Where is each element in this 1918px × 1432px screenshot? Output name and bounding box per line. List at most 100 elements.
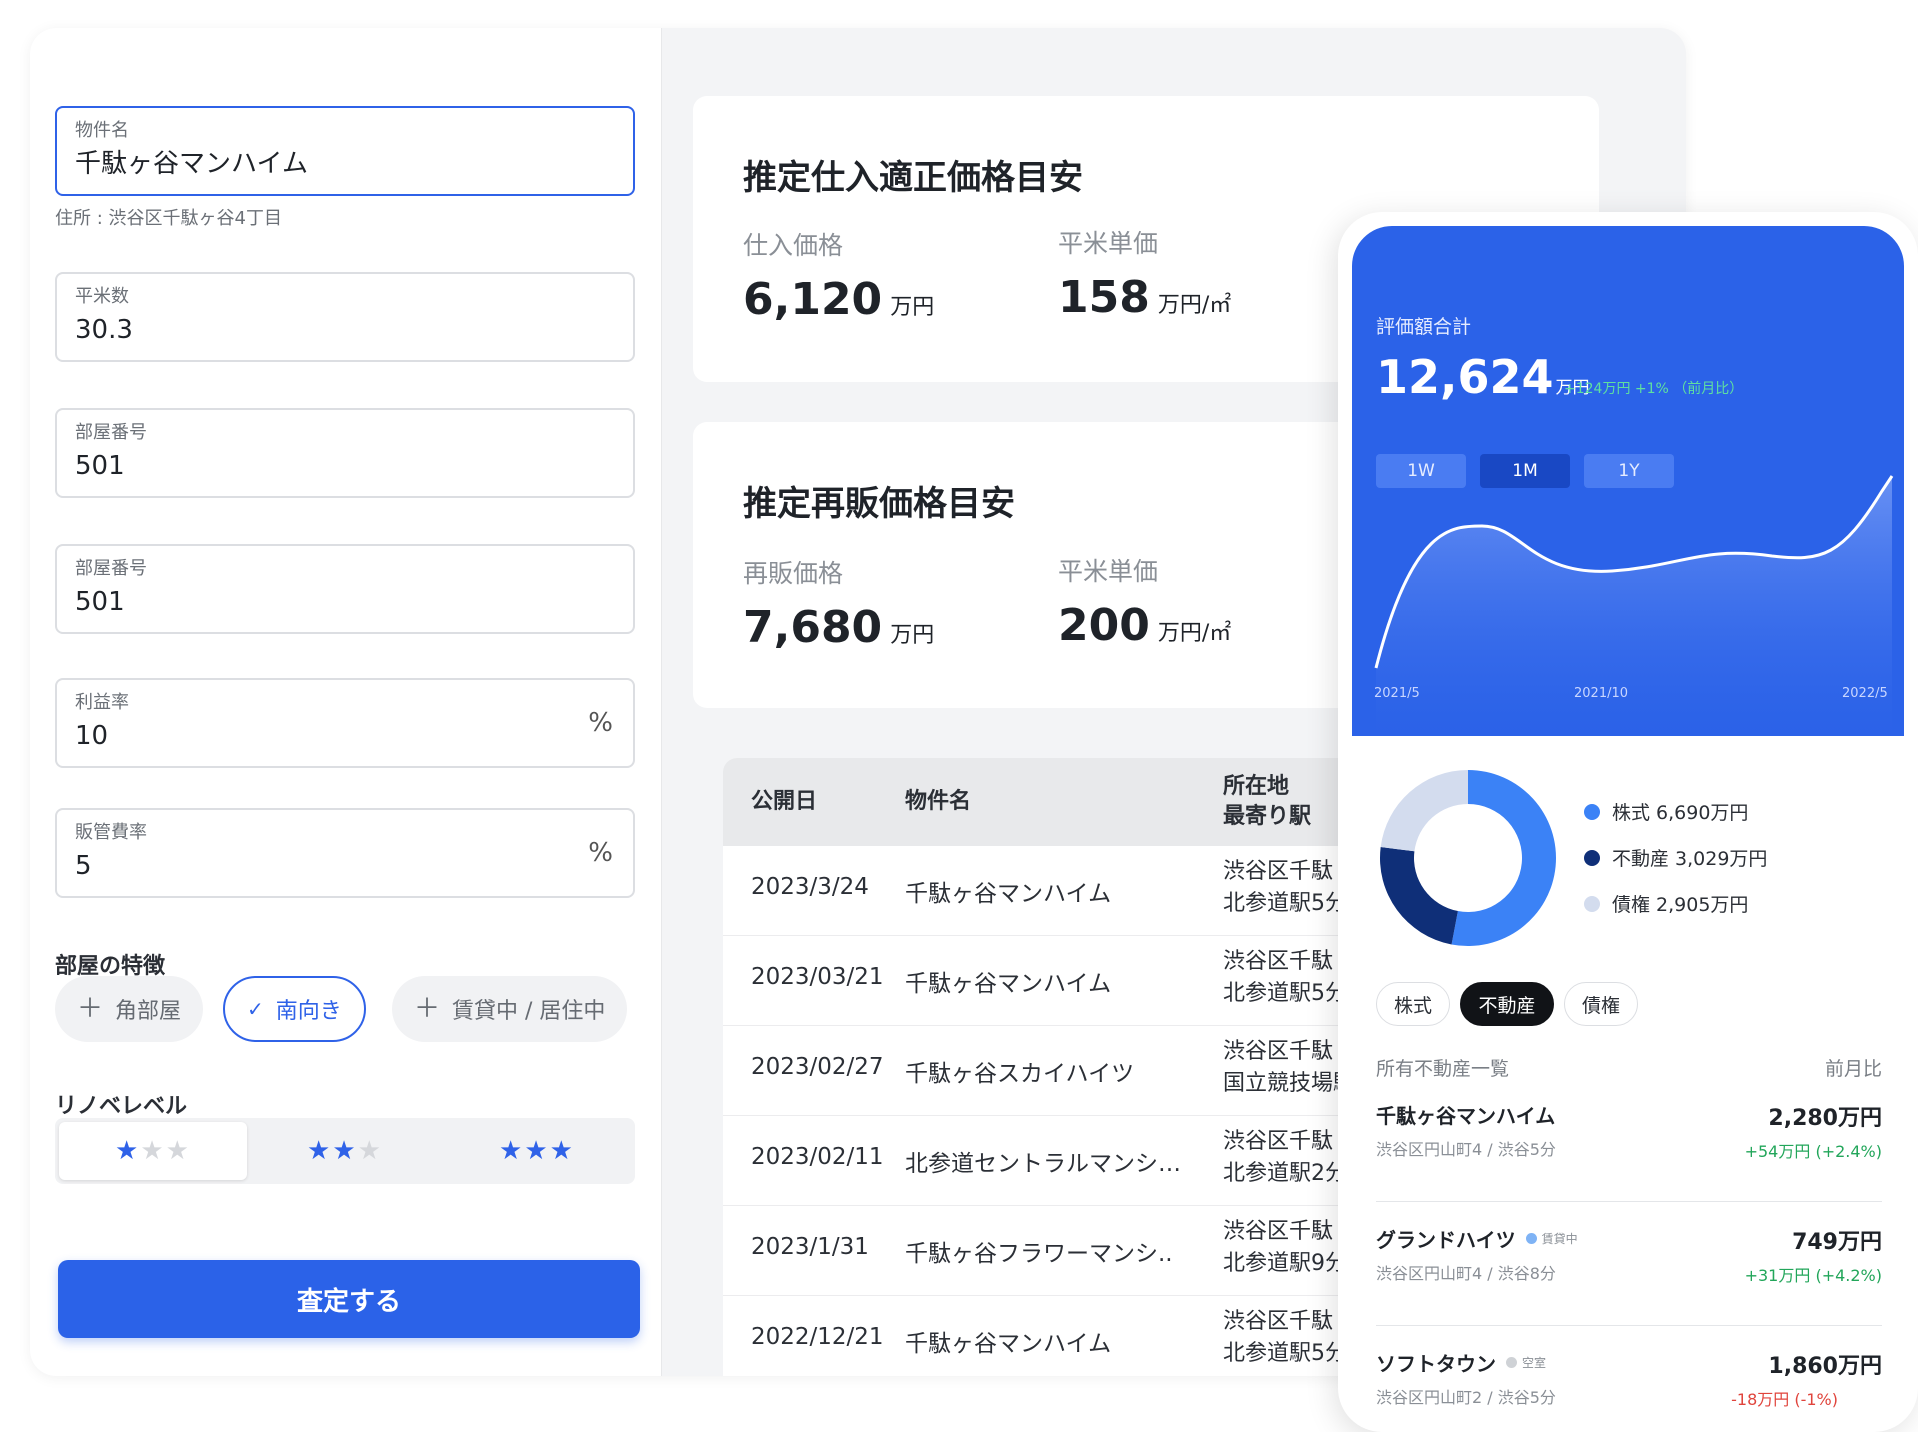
status-dot <box>1525 1233 1537 1244</box>
star-filled-icon: ★ <box>524 1136 550 1166</box>
owned-property-address: 渋谷区円山町4 / 渋谷5分 <box>1376 1140 1556 1159</box>
legend-real-estate: 不動産 3,029万円 <box>1584 844 1767 871</box>
room-number-label: 部屋番号 <box>75 422 147 443</box>
legend-real-estate-label: 不動産 3,029万円 <box>1612 848 1768 870</box>
owned-properties-heading: 所有不動産一覧 <box>1376 1058 1510 1080</box>
room-number-label-2: 部屋番号 <box>75 558 147 579</box>
star-filled-icon: ★ <box>332 1136 358 1166</box>
cell-location-area: 渋谷区千駄 <box>1223 1039 1334 1064</box>
resale-price-value: 7,680 <box>743 602 883 653</box>
owned-property-item[interactable]: グランドハイツ 賃貸中 渋谷区円山町4 / 渋谷8分 749万円 +31万円 (+… <box>1376 1202 1882 1326</box>
percent-unit: % <box>588 708 613 738</box>
cell-location-station: 北参道駅5分 <box>1223 981 1347 1006</box>
sga-rate-value[interactable]: 5 <box>75 850 615 882</box>
cell-property-name: 千駄ヶ谷マンハイム <box>905 971 1112 997</box>
legend-bonds: 債権 2,905万円 <box>1584 890 1748 917</box>
area-value[interactable]: 30.3 <box>75 314 615 346</box>
purchase-unit-price-value: 158 <box>1058 272 1150 323</box>
room-number-field[interactable]: 部屋番号 501 <box>55 408 635 498</box>
cell-location-station: 北参道駅5分 <box>1223 1341 1347 1366</box>
feature-chip-label: 角部屋 <box>115 999 182 1024</box>
percent-unit: % <box>588 838 613 868</box>
header-date: 公開日 <box>751 789 818 814</box>
cell-location-area: 渋谷区千駄 <box>1223 1219 1334 1244</box>
feature-chip-tenanted[interactable]: ＋ 賃貸中 / 居住中 <box>392 976 628 1042</box>
renovation-level-heading: リノベレベル <box>55 1094 188 1119</box>
x-axis-label-mid: 2021/10 <box>1574 686 1629 701</box>
owned-property-item[interactable]: ソフトタウン 空室 渋谷区円山町2 / 渋谷5分 1,860万円 -18万円 (-… <box>1376 1326 1882 1432</box>
valuation-trend-chart <box>1374 475 1894 736</box>
property-name-field[interactable]: 物件名 千駄ヶ谷マンハイム <box>55 106 635 196</box>
resale-price-metric: 再販価格 7,680 万円 <box>743 554 934 653</box>
cell-property-name: 北参道セントラルマンシ… <box>905 1151 1181 1177</box>
cell-location-station: 北参道駅5分 <box>1223 891 1347 916</box>
area-field[interactable]: 平米数 30.3 <box>55 272 635 362</box>
star-empty-icon: ★ <box>357 1136 383 1166</box>
feature-chip-south-facing[interactable]: ✓ 南向き <box>223 976 366 1042</box>
feature-chip-corner-room[interactable]: ＋ 角部屋 <box>55 976 204 1042</box>
profit-rate-field[interactable]: 利益率 10 % <box>55 678 635 768</box>
donut-slice-real-estate <box>1380 847 1458 945</box>
owned-property-value: 749万円 <box>1792 1230 1882 1255</box>
status-dot <box>1506 1357 1517 1368</box>
room-number-field-2[interactable]: 部屋番号 501 <box>55 544 635 634</box>
purchase-unit-price-label: 平米単価 <box>1058 229 1159 258</box>
cell-property-name: 千駄ヶ谷フラワーマンシ.. <box>905 1241 1173 1267</box>
owned-property-name: グランドハイツ <box>1376 1228 1516 1252</box>
appraisal-form-panel: 物件名 千駄ヶ谷マンハイム 住所 : 渋谷区千駄ヶ谷4丁目 平米数 30.3 部… <box>30 28 662 1376</box>
feature-chip-label: 南向き <box>275 999 342 1024</box>
tab-real-estate[interactable]: 不動産 <box>1460 982 1554 1026</box>
profit-rate-value[interactable]: 10 <box>75 720 615 752</box>
status-badge: 賃貸中 <box>1525 1230 1578 1247</box>
purchase-unit-price-metric: 平米単価 158 万円/㎡ <box>1058 224 1231 323</box>
cell-date: 2023/03/21 <box>751 964 884 990</box>
cell-location-area: 渋谷区千駄 <box>1223 859 1334 884</box>
mobile-portfolio-card: 評価額合計 12,624 万円 +124万円 +1% （前月比） 1W 1M 1Y… <box>1338 212 1918 1432</box>
cell-location-area: 渋谷区千駄 <box>1223 1129 1334 1154</box>
star-empty-icon: ★ <box>165 1136 191 1166</box>
resale-unit-price-unit: 万円/㎡ <box>1157 621 1232 646</box>
asset-allocation-donut <box>1380 770 1556 946</box>
reno-level-1-option[interactable]: ★ ★ ★ <box>59 1122 247 1180</box>
purchase-price-value: 6,120 <box>743 274 883 325</box>
owned-property-name: ソフトタウン <box>1376 1352 1496 1376</box>
header-property-name: 物件名 <box>905 789 972 814</box>
property-name-value[interactable]: 千駄ヶ谷マンハイム <box>75 148 615 180</box>
legend-stocks: 株式 6,690万円 <box>1584 798 1748 825</box>
room-number-value-2[interactable]: 501 <box>75 586 615 618</box>
cell-location-area: 渋谷区千駄 <box>1223 1309 1334 1334</box>
cell-location: 渋谷区千駄北参道駅5分 <box>1223 856 1347 920</box>
resale-price-label: 再販価格 <box>743 559 844 588</box>
cell-location: 渋谷区千駄北参道駅5分 <box>1223 1306 1347 1370</box>
room-number-value[interactable]: 501 <box>75 450 615 482</box>
legend-stocks-label: 株式 6,690万円 <box>1612 802 1749 824</box>
property-name-label: 物件名 <box>75 120 129 141</box>
tab-stocks[interactable]: 株式 <box>1376 982 1450 1026</box>
check-icon: ✓ <box>247 997 264 1021</box>
header-location-line2: 最寄り駅 <box>1223 804 1312 829</box>
legend-bonds-label: 債権 2,905万円 <box>1612 894 1749 916</box>
resale-estimate-title: 推定再販価格目安 <box>743 484 1015 524</box>
cell-location-station: 北参道駅9分 <box>1223 1251 1347 1276</box>
star-filled-icon: ★ <box>499 1136 525 1166</box>
appraise-submit-button[interactable]: 査定する <box>58 1260 640 1338</box>
cell-date: 2023/1/31 <box>751 1234 869 1260</box>
star-filled-icon: ★ <box>549 1136 575 1166</box>
legend-dot-bonds <box>1584 895 1600 912</box>
status-badge: 空室 <box>1506 1354 1546 1371</box>
star-filled-icon: ★ <box>307 1136 333 1166</box>
tab-bonds[interactable]: 債権 <box>1564 982 1638 1026</box>
cell-location: 渋谷区千駄 国立競技場駅 <box>1223 1036 1355 1100</box>
portfolio-summary-hero: 評価額合計 12,624 万円 +124万円 +1% （前月比） 1W 1M 1Y… <box>1352 226 1904 736</box>
resale-unit-price-metric: 平米単価 200 万円/㎡ <box>1058 552 1231 651</box>
reno-level-2-option[interactable]: ★ ★ ★ <box>251 1122 439 1180</box>
reno-level-3-option[interactable]: ★ ★ ★ <box>443 1122 631 1180</box>
owned-property-item[interactable]: 千駄ヶ谷マンハイム 渋谷区円山町4 / 渋谷5分 2,280万円 +54万円 (… <box>1376 1078 1882 1202</box>
owned-property-delta: +54万円 (+2.4%) <box>1744 1142 1882 1161</box>
renovation-level-selector: ★ ★ ★ ★ ★ ★ ★ ★ ★ <box>55 1118 635 1184</box>
cell-property-name: 千駄ヶ谷スカイハイツ <box>905 1061 1135 1087</box>
donut-slice-bonds <box>1380 770 1468 852</box>
sga-rate-field[interactable]: 販管費率 5 % <box>55 808 635 898</box>
month-over-month-heading: 前月比 <box>1824 1058 1882 1080</box>
purchase-price-unit: 万円 <box>890 295 935 320</box>
